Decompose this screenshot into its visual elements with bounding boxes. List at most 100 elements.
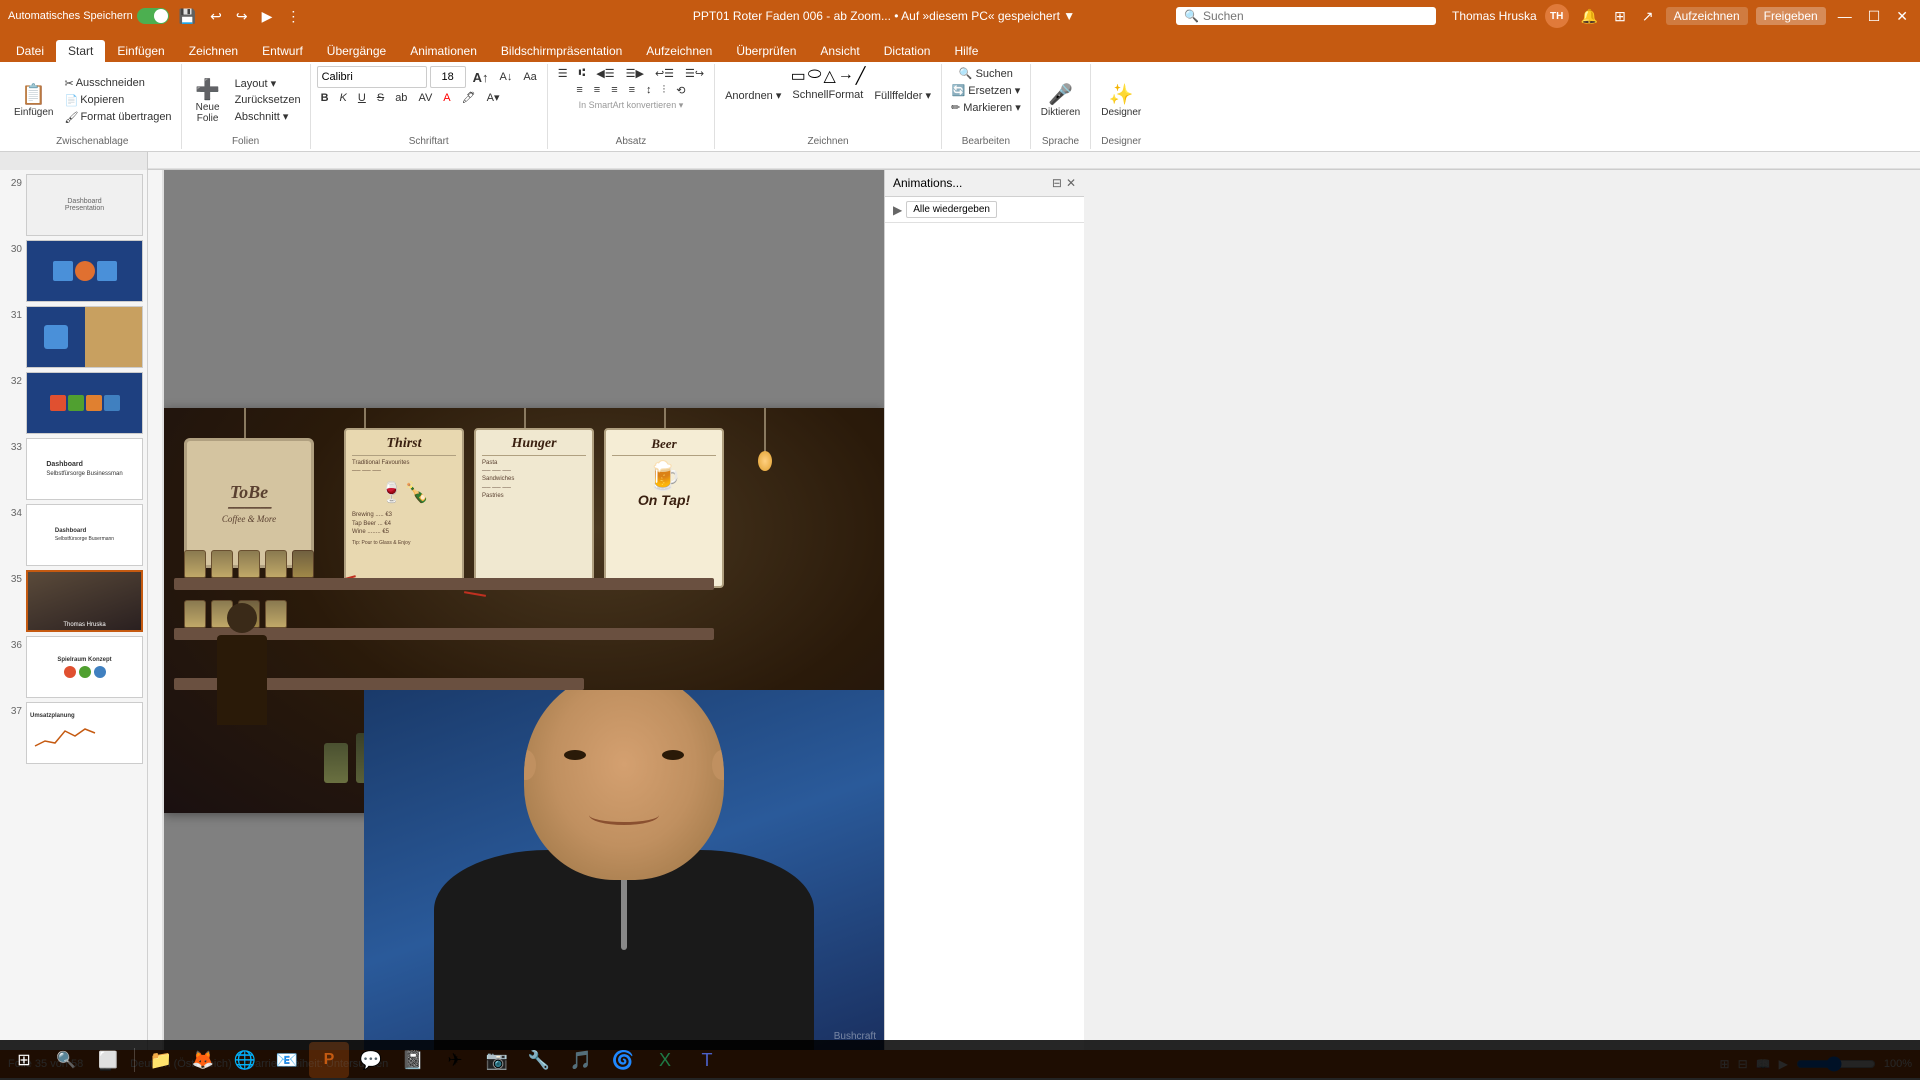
align-left-button[interactable]: ≡	[572, 83, 586, 98]
format-copy-button[interactable]: 🖌 Format übertragen	[61, 110, 174, 125]
font-size-input[interactable]	[430, 66, 466, 88]
italic-button[interactable]: K	[336, 91, 351, 105]
dictate-button[interactable]: 🎤 Diktieren	[1037, 80, 1084, 120]
close-icon[interactable]: ✕	[1066, 176, 1076, 190]
taskbar-start[interactable]: ⊞	[4, 1042, 44, 1078]
slide-thumb-29[interactable]: 29 DashboardPresentation	[4, 174, 143, 236]
highlight-button[interactable]: 🖊	[458, 90, 480, 105]
maximize-icon[interactable]: ☐	[1864, 6, 1885, 27]
bell-icon[interactable]: 🔔	[1577, 6, 1602, 27]
section-button[interactable]: Abschnitt ▾	[232, 109, 304, 124]
slide-img-34[interactable]: Dashboard Selbstfürsorge Busermann	[26, 504, 143, 566]
align-right-button[interactable]: ≡	[607, 83, 621, 98]
taskbar-explorer[interactable]: 📁	[141, 1042, 181, 1078]
designer-button[interactable]: ✨ Designer	[1097, 80, 1145, 120]
rtl-button[interactable]: ↩☰	[651, 66, 678, 81]
taskbar-app1[interactable]: 📷	[477, 1042, 517, 1078]
font-grow-button[interactable]: A↑	[469, 69, 493, 86]
record-button[interactable]: Aufzeichnen	[1666, 7, 1748, 25]
taskbar-teams2[interactable]: T	[687, 1042, 727, 1078]
shadow-button[interactable]: ab	[391, 91, 411, 105]
shape-rect[interactable]: ▭	[791, 66, 806, 86]
undo-icon[interactable]: ↩	[206, 6, 226, 27]
text-direction-button[interactable]: ⟲	[672, 83, 689, 98]
suchen-button[interactable]: 🔍 Suchen	[956, 66, 1016, 81]
slide-thumb-31[interactable]: 31	[4, 306, 143, 368]
num-list-button[interactable]: ⑆	[575, 66, 590, 81]
font-shrink-button[interactable]: A↓	[495, 70, 516, 84]
more-icon[interactable]: ⋮	[282, 6, 304, 27]
font-color-button[interactable]: A	[439, 91, 454, 105]
tab-einfuegen[interactable]: Einfügen	[105, 40, 176, 62]
tab-entwurf[interactable]: Entwurf	[250, 40, 315, 62]
ribbon-icon[interactable]: ⊞	[1610, 6, 1630, 27]
ersetzen-button[interactable]: 🔄 Ersetzen ▾	[949, 83, 1024, 98]
arrange-button[interactable]: Anordnen ▾	[721, 88, 785, 103]
slide-thumb-36[interactable]: 36 Spielraum Konzept	[4, 636, 143, 698]
slide-thumb-34[interactable]: 34 Dashboard Selbstfürsorge Busermann	[4, 504, 143, 566]
tab-ansicht[interactable]: Ansicht	[808, 40, 871, 62]
taskbar-firefox[interactable]: 🦊	[183, 1042, 223, 1078]
quick-styles-button[interactable]: SchnellFormat	[788, 88, 867, 103]
tab-start[interactable]: Start	[56, 40, 105, 62]
taskbar-edge[interactable]: 🌀	[603, 1042, 643, 1078]
copy-button[interactable]: 📄 Kopieren	[61, 93, 174, 108]
cut-button[interactable]: ✂ Ausschneiden	[61, 76, 174, 91]
bold-button[interactable]: B	[317, 91, 333, 105]
line-spacing-button[interactable]: ↕	[642, 83, 656, 98]
tab-aufzeichnen[interactable]: Aufzeichnen	[634, 40, 724, 62]
indent-button[interactable]: ☰▶	[622, 66, 648, 81]
taskbar-powerpoint[interactable]: P	[309, 1042, 349, 1078]
share-button[interactable]: Freigeben	[1756, 7, 1826, 25]
spacing-button[interactable]: AV	[414, 91, 436, 105]
shape-circle[interactable]: ⬭	[808, 66, 822, 86]
font-name-input[interactable]	[317, 66, 427, 88]
taskbar-teams[interactable]: 💬	[351, 1042, 391, 1078]
reset-button[interactable]: Zurücksetzen	[232, 93, 304, 107]
slide-thumb-33[interactable]: 33 Dashboard Selbstfürsorge Businessman	[4, 438, 143, 500]
autosave-track[interactable]	[137, 8, 169, 24]
close-icon[interactable]: ✕	[1892, 6, 1912, 27]
shape-arrow[interactable]: →	[838, 66, 854, 86]
taskbar-telegram[interactable]: ✈	[435, 1042, 475, 1078]
slide-thumb-32[interactable]: 32	[4, 372, 143, 434]
taskbar-chrome[interactable]: 🌐	[225, 1042, 265, 1078]
tab-animationen[interactable]: Animationen	[398, 40, 489, 62]
clear-format-button[interactable]: Aa	[519, 70, 540, 84]
slide-thumb-35[interactable]: 35 Thomas Hruska	[4, 570, 143, 632]
slide-img-37[interactable]: Umsatzplanung	[26, 702, 143, 764]
ltr-button[interactable]: ☰↪	[681, 66, 708, 81]
play-all-button[interactable]: Alle wiedergeben	[906, 201, 997, 218]
underline-button[interactable]: U	[354, 91, 370, 105]
strikethrough-button[interactable]: S	[373, 91, 388, 105]
slide-img-33[interactable]: Dashboard Selbstfürsorge Businessman	[26, 438, 143, 500]
paste-button[interactable]: 📋 Einfügen	[10, 80, 57, 120]
shape-line[interactable]: ╱	[856, 66, 866, 86]
slide-img-29[interactable]: DashboardPresentation	[26, 174, 143, 236]
justify-button[interactable]: ≡	[625, 83, 639, 98]
expand-icon[interactable]: ⊟	[1052, 176, 1062, 190]
search-input[interactable]	[1203, 9, 1403, 23]
slide-thumb-30[interactable]: 30	[4, 240, 143, 302]
share-icon[interactable]: ↗	[1638, 6, 1658, 27]
slide-img-31[interactable]	[26, 306, 143, 368]
taskbar-onenote[interactable]: 📓	[393, 1042, 433, 1078]
tab-ueberpruefen[interactable]: Überprüfen	[724, 40, 808, 62]
tab-datei[interactable]: Datei	[4, 40, 56, 62]
bullet-list-button[interactable]: ☰	[554, 66, 572, 81]
autosave-toggle[interactable]: Automatisches Speichern	[8, 8, 169, 24]
tab-bildschirm[interactable]: Bildschirmpräsentation	[489, 40, 634, 62]
save-icon[interactable]: 💾	[175, 6, 200, 27]
layout-button[interactable]: Layout ▾	[232, 76, 304, 91]
tab-dictation[interactable]: Dictation	[872, 40, 943, 62]
tab-zeichnen[interactable]: Zeichnen	[177, 40, 250, 62]
redo-icon[interactable]: ↪	[232, 6, 252, 27]
fill-button[interactable]: Füllffelder ▾	[870, 88, 935, 103]
slide-img-35[interactable]: Thomas Hruska	[26, 570, 143, 632]
slide-img-30[interactable]	[26, 240, 143, 302]
font-color2-button[interactable]: A▾	[483, 90, 504, 105]
taskbar-excel[interactable]: X	[645, 1042, 685, 1078]
slide-thumb-37[interactable]: 37 Umsatzplanung	[4, 702, 143, 764]
slide-img-32[interactable]	[26, 372, 143, 434]
taskbar-search[interactable]: 🔍	[46, 1042, 86, 1078]
